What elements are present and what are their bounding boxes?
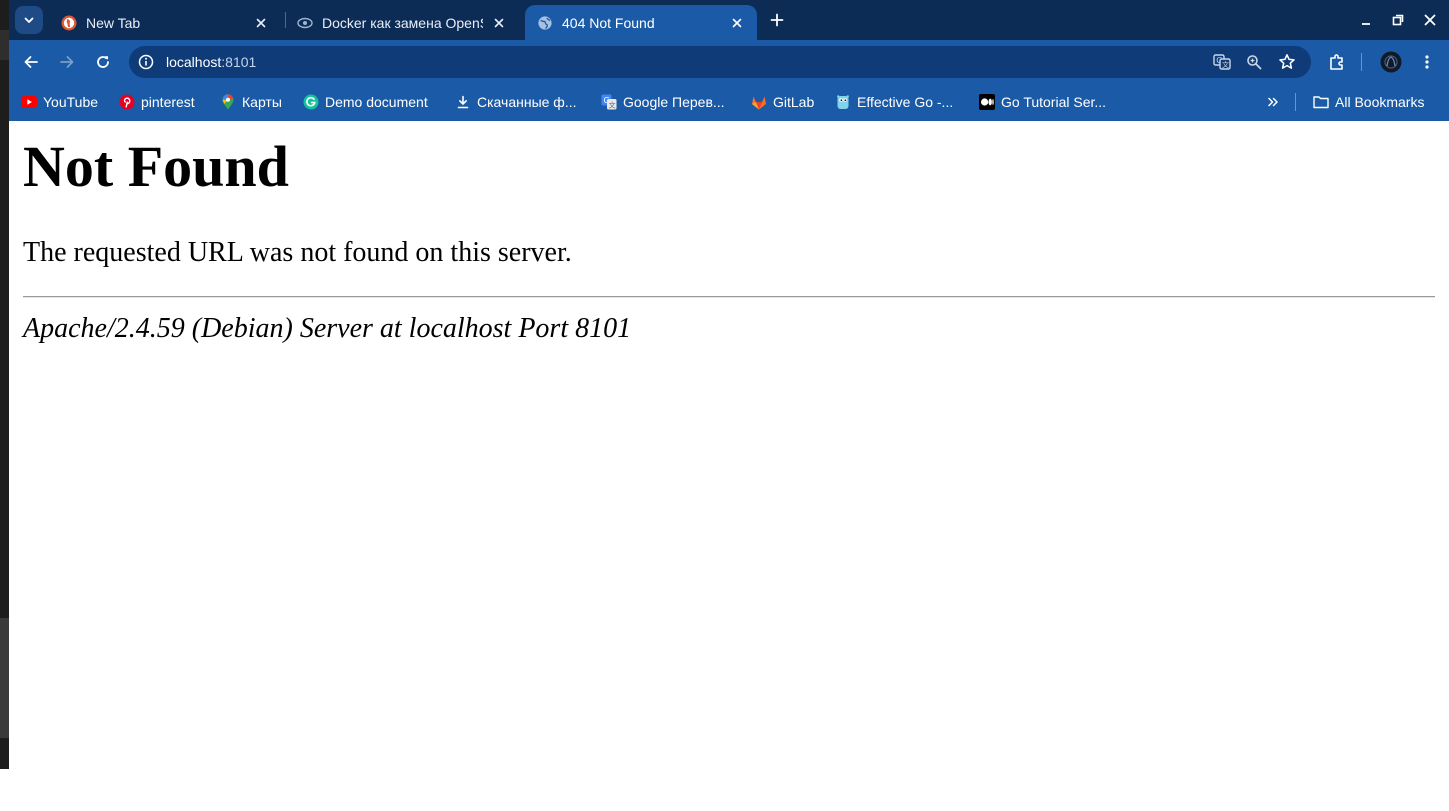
bookmark-label: pinterest [141,94,195,110]
divider [23,296,1435,298]
server-signature: Apache/2.4.59 (Debian) Server at localho… [23,313,632,344]
close-icon[interactable] [489,13,509,33]
bookmarks-overflow-button[interactable] [1265,91,1281,113]
toolbar-separator [1361,53,1362,71]
close-window-button[interactable] [1418,8,1442,32]
close-icon[interactable] [251,13,271,33]
back-button[interactable] [17,48,45,76]
forward-button[interactable] [53,48,81,76]
bookmark-label: Google Перев... [623,94,725,110]
tab-search-button[interactable] [15,6,43,34]
folder-icon [1313,94,1329,110]
bookmark-youtube[interactable]: YouTube [21,91,98,113]
tab-404-not-found[interactable]: 404 Not Found [525,5,757,40]
tab-docker-article[interactable]: Docker как замена OpenServer [285,5,519,40]
tab-new-tab[interactable]: New Tab [49,5,281,40]
bookmark-star-button[interactable] [1275,50,1299,74]
reload-icon [97,56,109,68]
habr-icon [297,15,313,31]
menu-button[interactable] [1413,48,1441,76]
maps-pin-icon [220,94,236,110]
close-icon [1424,14,1436,26]
bookmark-label: Скачанные ф... [477,94,577,110]
svg-text:文: 文 [609,100,616,109]
bookmark-google-translate[interactable]: G文 Google Перев... [601,91,725,113]
gitlab-icon [751,94,767,110]
chevron-down-icon [24,17,34,23]
bookmarks-bar: YouTube pinterest Карты Demo document Ск… [9,84,1449,121]
url-host: localhost [166,54,222,70]
bookmark-demo-document[interactable]: Demo document [303,91,428,113]
tab-title: New Tab [86,14,141,31]
grammarly-icon [303,94,319,110]
bookmark-label: YouTube [43,94,99,110]
zoom-button[interactable] [1242,50,1266,74]
bookmark-pinterest[interactable]: pinterest [119,91,195,113]
bookmark-label: Effective Go -... [857,94,954,110]
page-content: Not Found The requested URL was not foun… [9,121,1449,769]
bookmark-maps[interactable]: Карты [220,91,282,113]
desktop-edge [0,0,9,769]
arrow-left-icon [24,56,38,68]
tab-title: 404 Not Found [562,14,655,31]
star-icon [1279,54,1295,69]
svg-text:文: 文 [1222,60,1229,69]
medium-icon [979,94,995,110]
avatar-icon [1380,51,1402,73]
all-bookmarks-button[interactable]: All Bookmarks [1313,91,1424,113]
all-bookmarks-label: All Bookmarks [1335,94,1425,110]
bookmark-effective-go[interactable]: Effective Go -... [835,91,953,113]
puzzle-icon [1330,54,1343,70]
bookmark-label: GitLab [773,94,815,110]
address-bar[interactable]: localhost:8101 G文 [129,46,1311,78]
bookmarks-separator [1295,93,1296,111]
plus-icon [770,13,784,27]
profile-button[interactable] [1377,48,1405,76]
error-message: The requested URL was not found on this … [23,237,572,268]
close-icon[interactable] [727,13,747,33]
restore-button[interactable] [1386,8,1410,32]
new-tab-button[interactable] [765,8,789,32]
site-info-button[interactable] [135,51,157,73]
pinterest-icon [119,94,135,110]
page-heading: Not Found [23,134,289,199]
tab-title: Docker как замена OpenServer [322,14,483,31]
translate-button[interactable]: G文 [1210,50,1234,74]
zoom-icon [1247,55,1262,70]
reload-button[interactable] [89,48,117,76]
bookmark-label: Go Tutorial Ser... [1001,94,1107,110]
minimize-button[interactable] [1354,8,1378,32]
translate-icon: G文 [1213,54,1231,70]
info-icon [138,54,154,70]
double-chevron-right-icon [1268,97,1278,107]
extensions-button[interactable] [1323,48,1351,76]
toolbar: localhost:8101 G文 [9,40,1449,84]
restore-icon [1392,14,1404,26]
more-vertical-icon [1425,55,1429,69]
bookmark-go-tutorial[interactable]: Go Tutorial Ser... [979,91,1106,113]
tab-strip: New Tab Docker как замена OpenServer 404… [9,0,1449,40]
bookmark-gitlab[interactable]: GitLab [751,91,814,113]
youtube-icon [21,94,37,110]
bookmark-downloads[interactable]: Скачанные ф... [455,91,577,113]
arrow-right-icon [60,56,74,68]
download-icon [455,94,471,110]
browser-window: New Tab Docker как замена OpenServer 404… [9,0,1449,769]
go-gopher-icon [835,94,851,110]
bookmark-label: Карты [242,94,282,110]
google-translate-icon: G文 [601,94,617,110]
minimize-icon [1362,23,1370,25]
duckduckgo-icon [61,15,77,31]
url-text[interactable]: localhost:8101 [166,54,256,70]
bookmark-label: Demo document [325,94,428,110]
url-port: :8101 [221,54,257,70]
globe-icon [537,15,553,31]
